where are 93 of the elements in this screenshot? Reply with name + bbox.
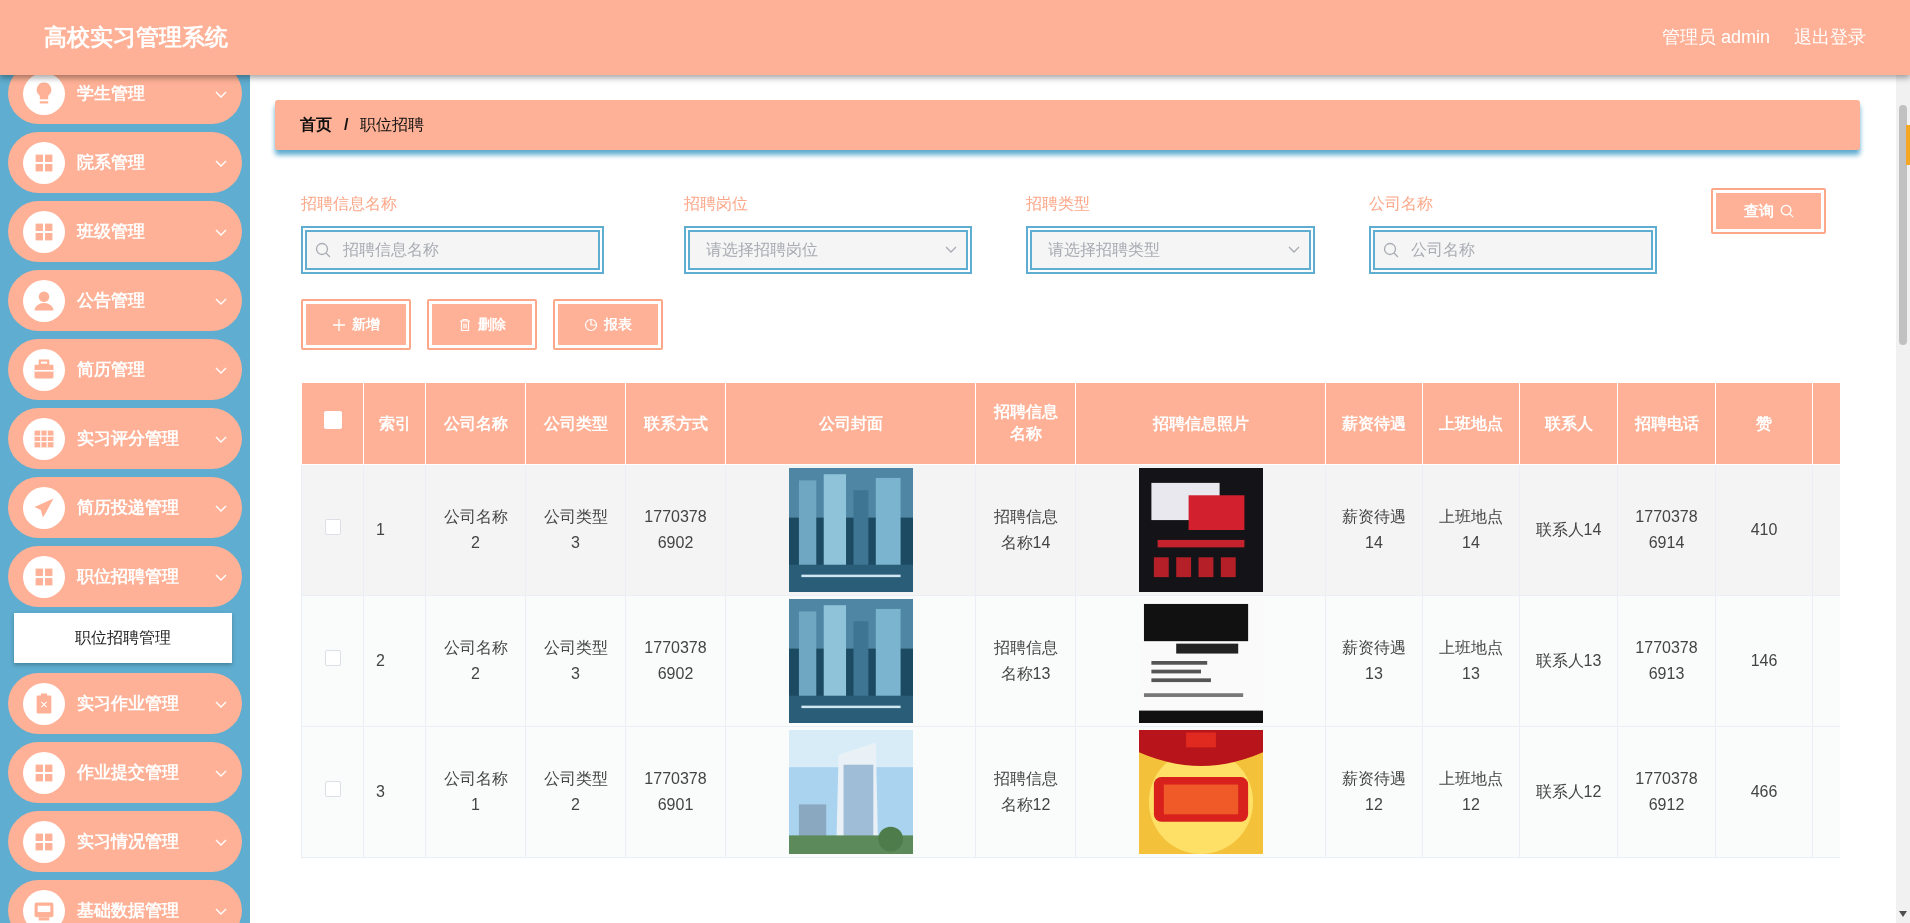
column-header[interactable]: 联系人 bbox=[1544, 412, 1593, 435]
sidebar-item[interactable]: 简历管理 bbox=[8, 339, 242, 400]
row-checkbox[interactable] bbox=[324, 519, 341, 535]
sidebar-subitem[interactable]: 职位招聘管理 bbox=[14, 613, 232, 663]
table-cell-text: 招聘信息名称14 bbox=[992, 506, 1059, 553]
sidebar-item[interactable]: 作业提交管理 bbox=[8, 742, 242, 803]
search-field[interactable]: 公司名称 bbox=[1368, 226, 1658, 274]
column-header[interactable]: 招聘信息照片 bbox=[1152, 411, 1249, 436]
briefcase-icon bbox=[23, 348, 65, 391]
grid-icon bbox=[23, 751, 65, 794]
delete-button[interactable]: 删除 bbox=[427, 299, 537, 350]
sidebar-item[interactable]: 实习情况管理 bbox=[8, 811, 242, 872]
sidebar-item[interactable]: 班级管理 bbox=[8, 201, 242, 262]
table-cell-text: 3 bbox=[376, 781, 385, 802]
table-cell-text: 薪资待遇13 bbox=[1341, 637, 1407, 684]
sidebar-item[interactable]: 公告管理 bbox=[8, 270, 242, 331]
admin-username: 管理员 admin bbox=[1661, 26, 1770, 49]
table-cell-text: 上班地点14 bbox=[1438, 506, 1504, 553]
field-label: 公司名称 bbox=[1368, 194, 1434, 214]
sidebar-item[interactable]: 学生管理 bbox=[8, 75, 242, 124]
field-label: 招聘岗位 bbox=[683, 194, 749, 214]
table-cell-text: 410 bbox=[1750, 519, 1778, 540]
table-cell-text: 466 bbox=[1750, 781, 1778, 802]
search-icon bbox=[315, 242, 331, 258]
field-label: 招聘信息名称 bbox=[301, 194, 398, 214]
search-field[interactable]: 招聘信息名称 bbox=[301, 226, 604, 274]
column-header[interactable]: 索引 bbox=[378, 412, 411, 435]
trash-icon bbox=[458, 317, 472, 332]
breadcrumb-item[interactable]: 首页 bbox=[300, 113, 332, 137]
table-cell-text: 联系人12 bbox=[1535, 781, 1602, 802]
breadcrumb-item: 职位招聘 bbox=[360, 115, 425, 135]
table-cell-text: 公司类型3 bbox=[542, 637, 609, 684]
report-button[interactable]: 报表 bbox=[553, 299, 663, 350]
table-cell-text: 公司类型2 bbox=[542, 768, 609, 815]
row-checkbox[interactable] bbox=[324, 781, 341, 797]
clipboard-icon bbox=[23, 682, 65, 725]
table-cell-text: 薪资待遇14 bbox=[1341, 506, 1407, 553]
table-cell-text: 薪资待遇12 bbox=[1341, 768, 1407, 815]
table-cell-text: 招聘信息名称13 bbox=[992, 637, 1059, 684]
table-cell-text: 17703786902 bbox=[643, 506, 708, 553]
table-cell-text: 公司类型3 bbox=[542, 506, 609, 553]
column-header[interactable]: 公司封面 bbox=[818, 411, 883, 436]
table-cell-text: 公司名称1 bbox=[442, 768, 509, 815]
inbox-icon bbox=[23, 889, 65, 923]
table-icon bbox=[23, 417, 65, 460]
sidebar-item[interactable]: 实习评分管理 bbox=[8, 408, 242, 469]
table-cell-text: 17703786914 bbox=[1634, 506, 1699, 553]
table-cell-text: 2 bbox=[376, 650, 385, 671]
column-header[interactable]: 薪资待遇 bbox=[1342, 412, 1406, 435]
table-cell-text: 17703786902 bbox=[643, 637, 708, 684]
sidebar-item[interactable]: 基础数据管理 bbox=[8, 880, 242, 923]
table-cell-text: 1 bbox=[376, 519, 385, 540]
user-icon bbox=[23, 279, 65, 322]
grid-icon bbox=[23, 820, 65, 863]
logout-link[interactable]: 退出登录 bbox=[1794, 24, 1866, 51]
add-button[interactable]: 新增 bbox=[301, 299, 411, 350]
query-button[interactable]: 查询 bbox=[1711, 188, 1826, 234]
table-cell-text: 上班地点13 bbox=[1438, 637, 1504, 684]
field-label: 招聘类型 bbox=[1026, 194, 1092, 214]
pie-chart-icon bbox=[584, 317, 598, 332]
table-cell-text: 146 bbox=[1750, 650, 1778, 671]
select-all-checkbox[interactable] bbox=[323, 411, 342, 429]
dropdown-field[interactable]: 请选择招聘类型 bbox=[1026, 226, 1315, 274]
column-header[interactable]: 公司类型 bbox=[543, 412, 608, 435]
sidebar-item[interactable]: 简历投递管理 bbox=[8, 477, 242, 538]
table-cell-text: 17703786912 bbox=[1634, 768, 1699, 815]
breadcrumb-separator: / bbox=[344, 115, 349, 135]
table-cell-text: 联系人14 bbox=[1535, 519, 1602, 540]
table-cell-text: 公司名称2 bbox=[442, 506, 509, 553]
row-checkbox[interactable] bbox=[324, 650, 341, 666]
search-icon bbox=[1779, 204, 1794, 218]
grid-icon bbox=[23, 141, 65, 184]
table-cell-text: 上班地点12 bbox=[1438, 768, 1504, 815]
table-cell-text: 公司名称2 bbox=[442, 637, 509, 684]
table-cell-text: 17703786913 bbox=[1634, 637, 1699, 684]
column-header[interactable]: 招聘电话 bbox=[1634, 412, 1699, 435]
app-title: 高校实习管理系统 bbox=[44, 23, 228, 53]
grid-icon bbox=[23, 210, 65, 253]
column-header[interactable]: 赞 bbox=[1756, 412, 1772, 435]
sidebar-item[interactable]: 职位招聘管理 bbox=[8, 546, 242, 607]
table-cell-text: 招聘信息名称12 bbox=[992, 768, 1059, 815]
column-header[interactable]: 公司名称 bbox=[443, 412, 508, 435]
search-icon bbox=[1382, 242, 1399, 258]
table-cell-text: 17703786901 bbox=[643, 768, 708, 815]
send-icon bbox=[23, 486, 65, 529]
column-header[interactable]: 联系方式 bbox=[643, 412, 708, 435]
column-header[interactable]: 上班地点 bbox=[1439, 412, 1503, 435]
sidebar-item[interactable]: 实习作业管理 bbox=[8, 673, 242, 734]
dropdown-field[interactable]: 请选择招聘岗位 bbox=[683, 226, 973, 274]
sidebar-item[interactable]: 院系管理 bbox=[8, 132, 242, 193]
table-cell-text: 联系人13 bbox=[1535, 650, 1602, 671]
plus-icon bbox=[332, 317, 346, 332]
grid-icon bbox=[23, 555, 65, 598]
